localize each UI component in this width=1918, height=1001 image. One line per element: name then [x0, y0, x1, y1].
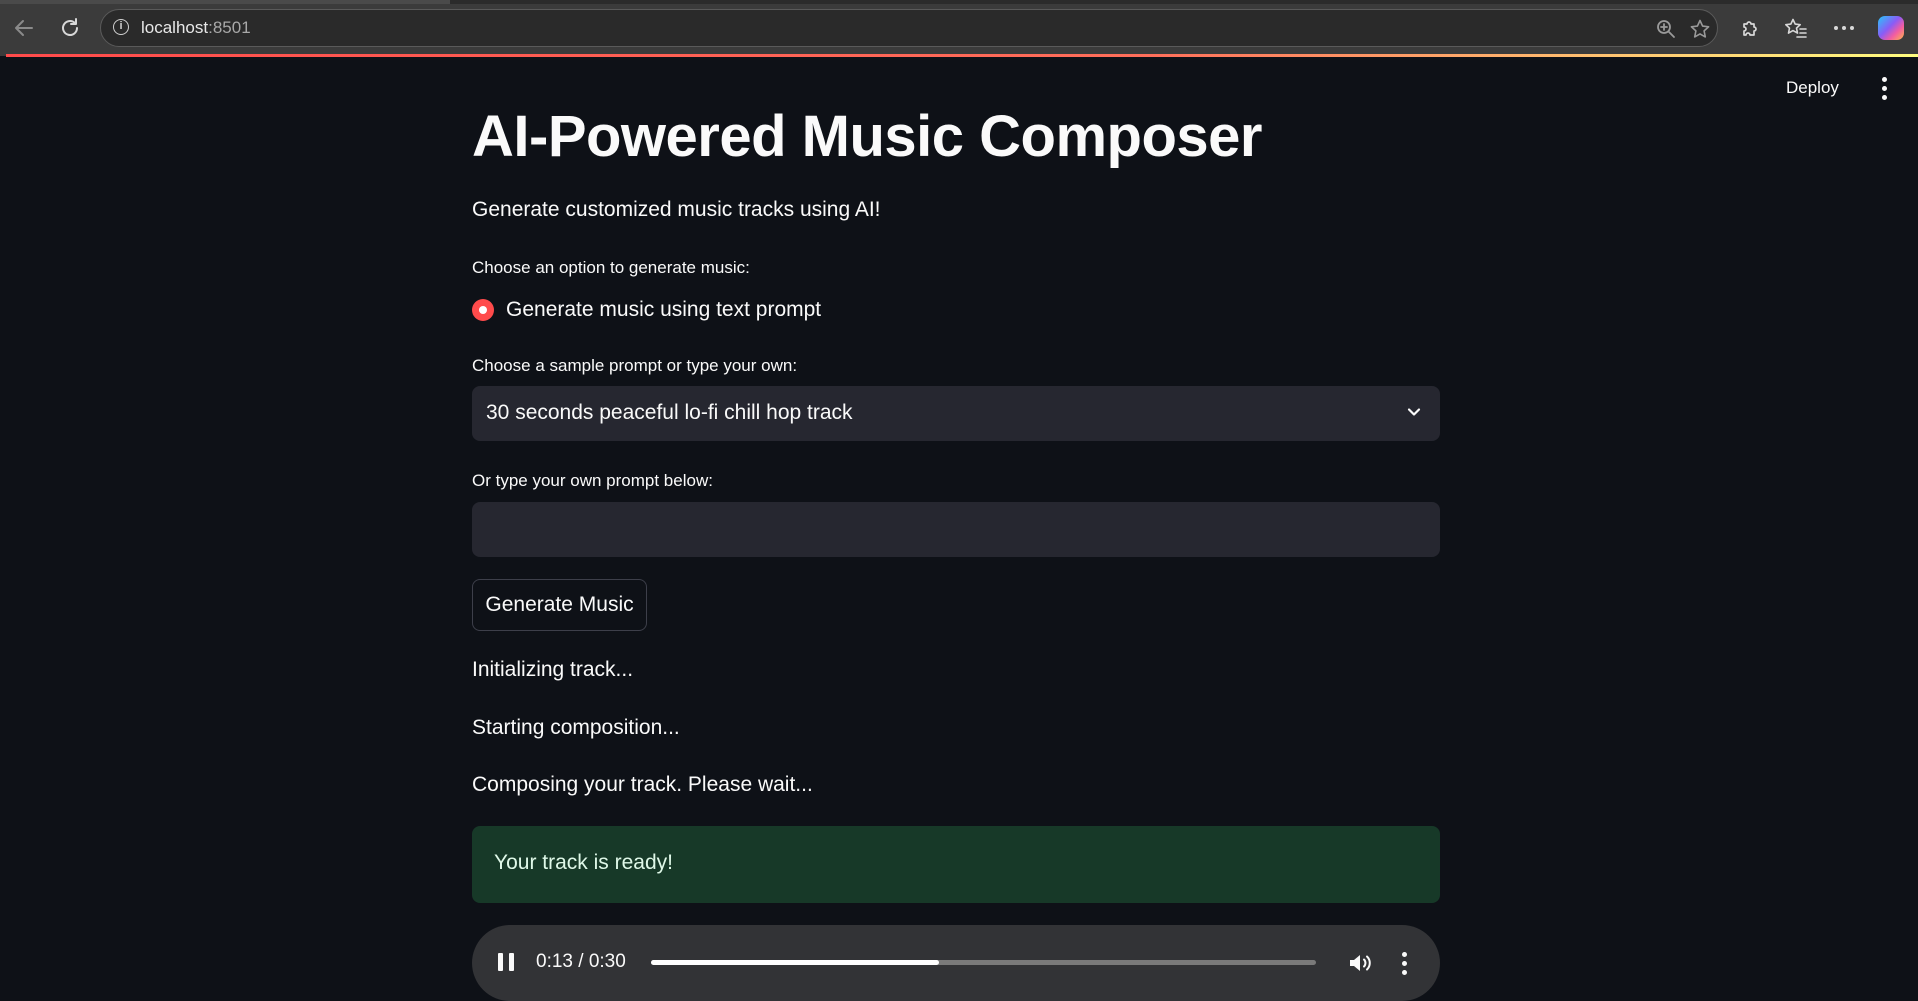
favorite-star-icon[interactable]	[1687, 16, 1713, 42]
page-subtitle: Generate customized music tracks using A…	[472, 198, 881, 221]
back-icon[interactable]	[8, 12, 40, 44]
reload-icon[interactable]	[54, 12, 86, 44]
success-alert: Your track is ready!	[472, 826, 1440, 903]
generate-music-button[interactable]: Generate Music	[472, 579, 647, 631]
favorites-icon[interactable]	[1780, 12, 1812, 44]
radio-selected-icon[interactable]	[472, 299, 494, 321]
audio-progress-slider[interactable]	[651, 960, 1316, 965]
site-info-icon[interactable]: i	[113, 19, 129, 35]
option-label: Choose an option to generate music:	[472, 258, 750, 277]
status-message: Initializing track...	[472, 658, 634, 681]
volume-icon[interactable]	[1347, 951, 1373, 975]
custom-prompt-input[interactable]	[472, 502, 1440, 557]
pause-icon[interactable]	[498, 953, 514, 971]
extensions-icon[interactable]	[1734, 12, 1766, 44]
audio-player[interactable]: 0:13 / 0:30	[472, 925, 1440, 1001]
main-menu-icon[interactable]	[1870, 72, 1898, 104]
page-title: AI-Powered Music Composer	[472, 104, 1262, 169]
sample-prompt-label: Choose a sample prompt or type your own:	[472, 356, 798, 375]
more-options-icon[interactable]	[1828, 12, 1860, 44]
url-text[interactable]: localhost:8501	[141, 18, 251, 38]
active-tab-edge	[0, 0, 450, 4]
audio-progress-fill	[651, 960, 940, 965]
status-message: Composing your track. Please wait...	[472, 773, 813, 796]
custom-prompt-label: Or type your own prompt below:	[472, 471, 713, 490]
deploy-button[interactable]: Deploy	[1774, 70, 1851, 106]
copilot-icon[interactable]	[1878, 16, 1904, 40]
status-message: Starting composition...	[472, 716, 680, 739]
audio-time-display: 0:13 / 0:30	[536, 951, 626, 972]
chevron-down-icon[interactable]	[1406, 404, 1422, 420]
zoom-icon[interactable]	[1653, 16, 1679, 42]
address-bar[interactable]: i localhost:8501	[100, 9, 1718, 47]
success-message: Your track is ready!	[494, 851, 673, 874]
sample-prompt-select[interactable]: 30 seconds peaceful lo-fi chill hop trac…	[472, 386, 1440, 441]
radio-option-label: Generate music using text prompt	[506, 298, 822, 321]
sample-prompt-value: 30 seconds peaceful lo-fi chill hop trac…	[486, 401, 853, 424]
audio-options-icon[interactable]	[1398, 949, 1410, 977]
browser-toolbar: i localhost:8501	[0, 0, 1918, 56]
radio-option-text-prompt[interactable]: Generate music using text prompt	[472, 296, 821, 324]
